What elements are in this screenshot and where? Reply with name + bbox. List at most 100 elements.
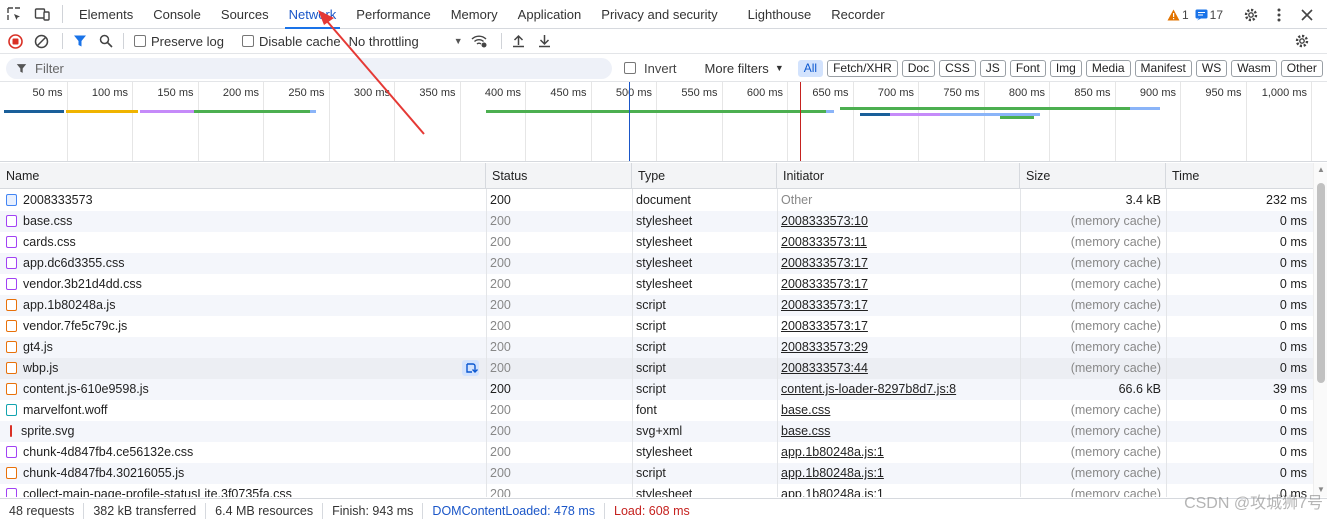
filter-type-manifest[interactable]: Manifest [1134,59,1192,77]
request-initiator[interactable]: 2008333573:17 [781,253,1017,274]
request-initiator[interactable]: 2008333573:10 [781,211,1017,232]
device-toolbar-icon[interactable] [28,0,56,28]
tab-privacy-and-security[interactable]: Privacy and security [591,0,727,29]
request-initiator[interactable]: app.1b80248a.js:1 [781,463,1017,484]
table-row[interactable]: app.1b80248a.js 200 script 2008333573:17 (me… [0,295,1313,316]
clear-icon[interactable] [30,30,52,52]
table-row[interactable]: sprite.svg 200 svg+xml base.css (memory cach… [0,421,1313,442]
table-row[interactable]: cards.css 200 stylesheet 2008333573:11 (memo… [0,232,1313,253]
filter-type-media[interactable]: Media [1085,59,1131,77]
column-header-type[interactable]: Type [632,163,777,189]
filter-type-doc[interactable]: Doc [901,59,936,77]
table-row[interactable]: content.js-610e9598.js 200 script content.j… [0,379,1313,400]
close-devtools-icon[interactable] [1293,1,1321,29]
override-content-icon[interactable] [462,360,479,376]
request-name-cell[interactable]: base.css [6,211,482,232]
request-initiator[interactable]: content.js-loader-8297b8d7.js:8 [781,379,1017,400]
filter-type-css[interactable]: CSS [939,59,976,77]
filter-type-all[interactable]: All [797,59,824,77]
table-row[interactable]: 2008333573 200 document Other 3.4 kB 232 ms [0,190,1313,211]
request-name-cell[interactable]: chunk-4d847fb4.ce56132e.css [6,442,482,463]
table-row[interactable]: chunk-4d847fb4.30216055.js 200 script app.1… [0,463,1313,484]
request-name-cell[interactable]: cards.css [6,232,482,253]
column-header-initiator[interactable]: Initiator [777,163,1020,189]
settings-gear-icon[interactable] [1237,1,1265,29]
messages-badge[interactable]: 17 [1195,8,1223,22]
request-initiator[interactable]: 2008333573:17 [781,274,1017,295]
search-icon[interactable] [95,30,117,52]
column-header-status[interactable]: Status [486,163,632,189]
import-har-icon[interactable] [508,30,530,52]
request-initiator[interactable]: base.css [781,421,1017,442]
table-row[interactable]: marvelfont.woff 200 font base.css (memory ca… [0,400,1313,421]
request-initiator[interactable]: 2008333573:11 [781,232,1017,253]
invert-checkbox[interactable]: Invert [624,61,677,76]
table-row[interactable]: vendor.3b21d4dd.css 200 stylesheet 20083335… [0,274,1313,295]
table-row[interactable]: wbp.js 200 script 2008333573:44 (memory cach… [0,358,1313,379]
filter-type-ws[interactable]: WS [1195,59,1228,77]
table-row[interactable]: gt4.js 200 script 2008333573:29 (memory cach… [0,337,1313,358]
filter-type-js[interactable]: JS [979,59,1006,77]
request-name-cell[interactable]: app.dc6d3355.css [6,253,482,274]
table-row[interactable]: base.css 200 stylesheet 2008333573:10 (memor… [0,211,1313,232]
network-conditions-icon[interactable] [469,30,491,52]
tab-performance[interactable]: Performance [346,0,440,29]
tab-network[interactable]: Network [279,0,347,29]
request-initiator[interactable]: app.1b80248a.js:1 [781,442,1017,463]
throttling-select[interactable]: No throttling ▼ [349,34,463,49]
table-row[interactable]: vendor.7fe5c79c.js 200 script 2008333573:17… [0,316,1313,337]
more-filters-dropdown[interactable]: More filters ▼ [705,61,784,76]
scroll-up-arrow-icon[interactable]: ▲ [1317,166,1325,174]
tab-console[interactable]: Console [143,0,211,29]
filter-type-other[interactable]: Other [1280,59,1323,77]
request-initiator[interactable]: app.1b80248a.js:1 [781,484,1017,497]
checkbox-box[interactable] [241,35,254,47]
tab-elements[interactable]: Elements [69,0,143,29]
request-name-cell[interactable]: vendor.7fe5c79c.js [6,316,482,337]
request-initiator[interactable]: base.css [781,400,1017,421]
export-har-icon[interactable] [534,30,556,52]
request-initiator[interactable]: 2008333573:17 [781,316,1017,337]
inspect-element-icon[interactable] [0,0,28,28]
request-name-cell[interactable]: collect-main-page-profile-statusLite.3f0… [6,484,482,497]
request-name-cell[interactable]: app.1b80248a.js [6,295,482,316]
network-overview-timeline[interactable]: 50 ms 100 ms 150 ms 200 ms 250 ms 300 ms 350 m… [0,82,1327,162]
request-name-cell[interactable]: content.js-610e9598.js [6,379,482,400]
filter-type-wasm[interactable]: Wasm [1231,59,1277,77]
checkbox-box[interactable] [624,62,636,74]
stop-recording-icon[interactable] [4,30,26,52]
table-scrollbar[interactable]: ▲ ▼ [1313,163,1327,497]
request-name-cell[interactable]: wbp.js [6,358,482,379]
tab-memory[interactable]: Memory [441,0,508,29]
warnings-badge[interactable]: 1 [1167,8,1189,22]
request-initiator[interactable]: 2008333573:17 [781,295,1017,316]
table-row[interactable]: app.dc6d3355.css 200 stylesheet 2008333573:… [0,253,1313,274]
filter-type-font[interactable]: Font [1009,59,1046,77]
request-name-cell[interactable]: gt4.js [6,337,482,358]
scroll-thumb[interactable] [1317,183,1325,383]
tab-recorder[interactable]: Recorder [821,0,894,29]
request-name-cell[interactable]: chunk-4d847fb4.30216055.js [6,463,482,484]
request-name-cell[interactable]: vendor.3b21d4dd.css [6,274,482,295]
table-row[interactable]: chunk-4d847fb4.ce56132e.css 200 stylesheet… [0,442,1313,463]
column-header-time[interactable]: Time [1166,163,1313,189]
more-options-icon[interactable] [1265,1,1293,29]
tab-lighthouse[interactable]: Lighthouse [738,0,822,29]
preserve-log-checkbox[interactable]: Preserve log [134,34,224,49]
table-row[interactable]: collect-main-page-profile-statusLite.3f0… [0,484,1313,497]
column-header-size[interactable]: Size [1020,163,1166,189]
request-name-cell[interactable]: marvelfont.woff [6,400,482,421]
tab-application[interactable]: Application [508,0,592,29]
network-settings-gear-icon[interactable] [1291,30,1313,52]
filter-type-img[interactable]: Img [1049,59,1082,77]
filter-input[interactable]: Filter [6,57,612,79]
request-name-cell[interactable]: sprite.svg [6,421,482,442]
request-name-cell[interactable]: 2008333573 [6,190,482,211]
request-initiator[interactable]: 2008333573:44 [781,358,1017,379]
filter-funnel-icon[interactable] [69,30,91,52]
tab-sources[interactable]: Sources [211,0,279,29]
disable-cache-checkbox[interactable]: Disable cache [241,34,341,49]
request-initiator[interactable]: 2008333573:29 [781,337,1017,358]
filter-type-fetch-xhr[interactable]: Fetch/XHR [827,59,898,77]
checkbox-box[interactable] [134,35,146,47]
